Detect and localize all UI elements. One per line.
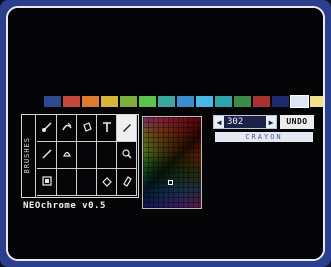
toolbox: BRUSHES (21, 114, 139, 198)
tool-eraser[interactable] (97, 169, 117, 196)
undo-button[interactable]: UNDO (280, 115, 314, 129)
eraser-icon (100, 174, 114, 191)
brush-size-icon (40, 120, 54, 137)
palette-swatch[interactable] (101, 96, 118, 107)
color-value[interactable]: 302 (224, 116, 266, 128)
line-icon (40, 147, 54, 164)
bucket-icon (80, 120, 94, 137)
palette-swatch[interactable] (158, 96, 175, 107)
magnifier-icon (120, 147, 134, 164)
tool-blank-tool[interactable] (97, 142, 117, 169)
tool-magnifier[interactable] (117, 142, 137, 169)
app-title: NEOchrome v0.5 (23, 201, 106, 211)
rubber-icon (120, 174, 134, 191)
palette-swatch[interactable] (234, 96, 251, 107)
stamp-icon (40, 174, 54, 191)
tool-blank-tool[interactable] (77, 142, 97, 169)
palette-swatch[interactable] (63, 96, 80, 107)
color-picker[interactable] (142, 116, 202, 209)
previous-color-arrow[interactable]: ◀ (214, 116, 224, 128)
tool-line[interactable] (37, 142, 57, 169)
color-value-control: ◀ 302 ▶ (213, 115, 277, 129)
palette-swatch[interactable] (253, 96, 270, 107)
next-color-arrow[interactable]: ▶ (266, 116, 276, 128)
toolbox-side-tab[interactable]: BRUSHES (22, 115, 36, 197)
tool-smear[interactable] (57, 115, 77, 142)
mode-label[interactable]: CRAYON (215, 132, 313, 142)
palette-swatch[interactable] (215, 96, 232, 107)
smear-icon (60, 120, 74, 137)
toolbox-side-label: BRUSHES (23, 137, 31, 174)
palette-swatch[interactable] (177, 96, 194, 107)
color-picker-cursor[interactable] (168, 180, 173, 185)
screen: BRUSHES NEOchrome v0.5 ◀ 302 ▶ UNDO CRAY… (8, 8, 323, 259)
palette-swatch[interactable] (310, 96, 323, 107)
tool-bucket[interactable] (77, 115, 97, 142)
tool-blank-tool[interactable] (57, 169, 77, 196)
text-icon (100, 120, 114, 137)
pen-icon (120, 120, 134, 137)
tool-blank-tool[interactable] (77, 169, 97, 196)
color-picker-grid (143, 117, 201, 208)
tool-pen[interactable] (117, 115, 137, 142)
palette-swatch[interactable] (120, 96, 137, 107)
tool-fill[interactable] (57, 142, 77, 169)
tool-text[interactable] (97, 115, 117, 142)
color-palette (44, 95, 323, 108)
tool-rubber[interactable] (117, 169, 137, 196)
tool-stamp[interactable] (37, 169, 57, 196)
palette-swatch[interactable] (272, 96, 289, 107)
palette-swatch[interactable] (196, 96, 213, 107)
palette-swatch[interactable] (82, 96, 99, 107)
screen-frame: BRUSHES NEOchrome v0.5 ◀ 302 ▶ UNDO CRAY… (6, 6, 325, 261)
palette-swatch[interactable] (290, 95, 309, 108)
tool-brush-size[interactable] (37, 115, 57, 142)
palette-swatch[interactable] (44, 96, 61, 107)
tool-grid (37, 115, 137, 197)
palette-swatch[interactable] (139, 96, 156, 107)
fill-icon (60, 147, 74, 164)
